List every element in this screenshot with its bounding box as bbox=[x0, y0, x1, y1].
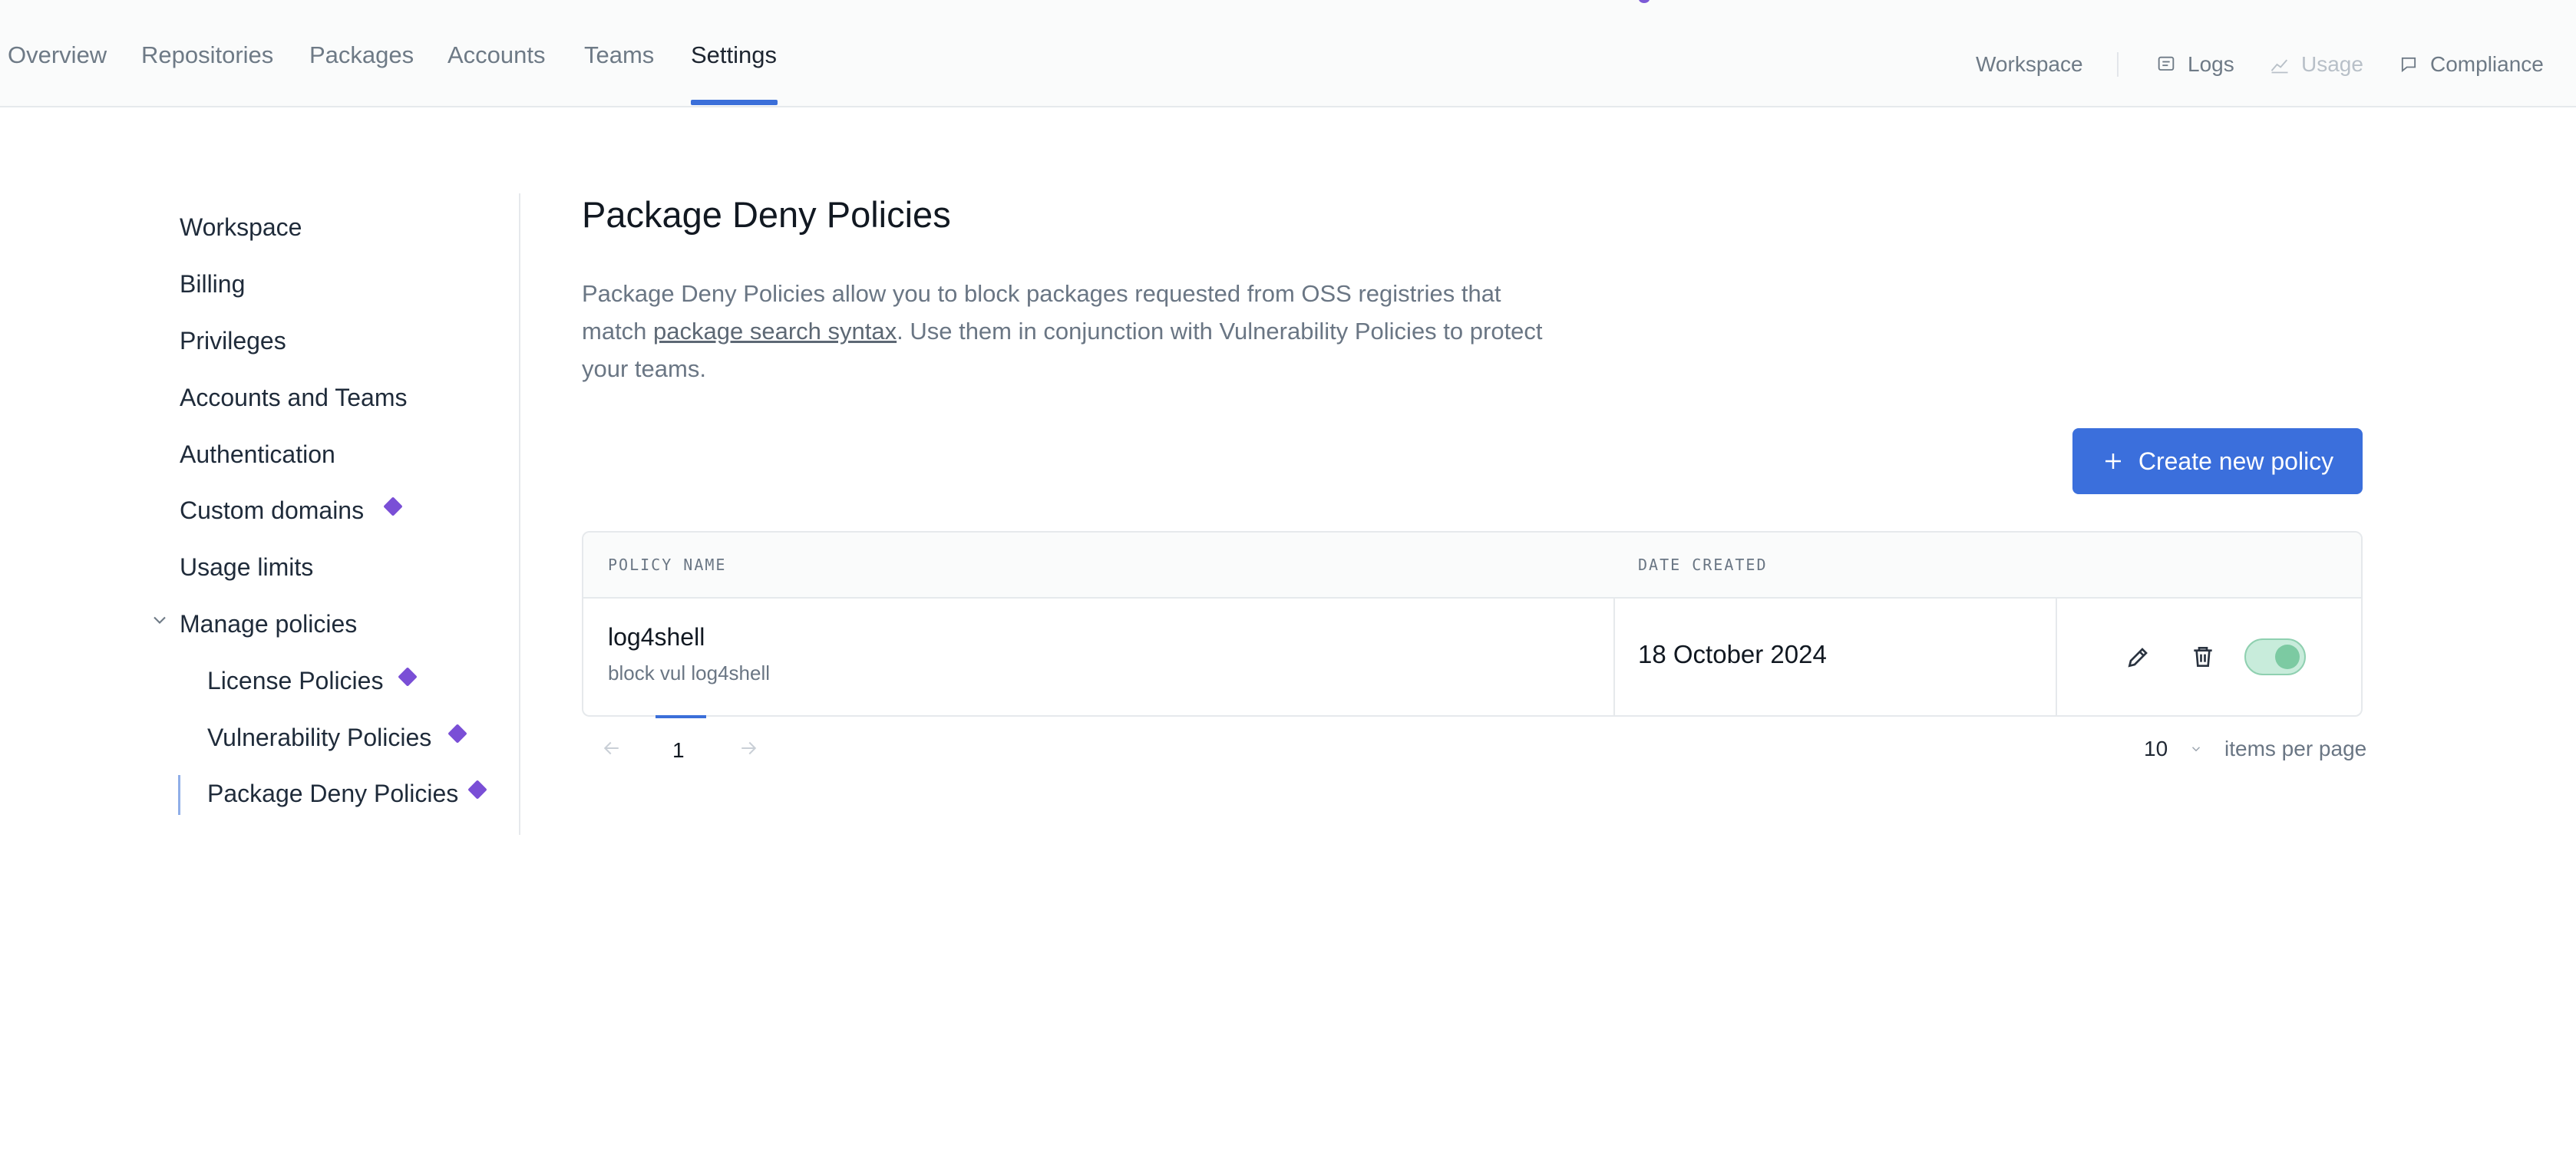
trash-icon[interactable] bbox=[2188, 642, 2218, 672]
premium-diamond-icon bbox=[467, 780, 487, 800]
sidebar-divider bbox=[519, 193, 520, 835]
sidebar-item-billing[interactable]: Billing bbox=[180, 270, 245, 299]
sidebar-item-custom-domains[interactable]: Custom domains bbox=[180, 496, 364, 525]
sidebar-item-privileges[interactable]: Privileges bbox=[180, 327, 286, 355]
sidebar-item-license-policies[interactable]: License Policies bbox=[207, 667, 383, 695]
premium-diamond-icon bbox=[383, 496, 403, 516]
policy-enabled-toggle[interactable] bbox=[2244, 638, 2306, 675]
workspace-link-label: Workspace bbox=[1976, 52, 2083, 76]
sidebar-item-workspace[interactable]: Workspace bbox=[180, 213, 302, 242]
column-divider bbox=[1613, 597, 1615, 715]
usage-link-label: Usage bbox=[2301, 52, 2363, 76]
usage-link[interactable]: Usage bbox=[2269, 52, 2363, 77]
chevron-down-icon bbox=[2192, 747, 2201, 752]
current-page-indicator bbox=[656, 715, 706, 718]
active-tab-indicator bbox=[691, 100, 778, 105]
sidebar-item-package-deny-policies[interactable]: Package Deny Policies bbox=[207, 780, 458, 808]
compliance-link[interactable]: Compliance bbox=[2398, 52, 2544, 77]
policies-table: POLICY NAME DATE CREATED log4shell block… bbox=[582, 531, 2363, 717]
premium-diamond-icon bbox=[398, 667, 418, 687]
column-divider bbox=[2056, 597, 2057, 715]
policy-name: log4shell bbox=[608, 623, 705, 651]
sidebar-item-usage-limits[interactable]: Usage limits bbox=[180, 553, 313, 582]
indicator-dot bbox=[1639, 0, 1650, 3]
logs-link[interactable]: Logs bbox=[2155, 52, 2234, 77]
package-search-syntax-link[interactable]: package search syntax bbox=[653, 318, 897, 345]
pencil-icon[interactable] bbox=[2123, 642, 2154, 672]
column-header-date-created: DATE CREATED bbox=[1638, 556, 1768, 574]
sidebar-item-vulnerability-policies[interactable]: Vulnerability Policies bbox=[207, 724, 431, 752]
logs-link-label: Logs bbox=[2188, 52, 2234, 76]
arrow-right-icon[interactable] bbox=[737, 737, 760, 760]
sidebar-item-authentication[interactable]: Authentication bbox=[180, 440, 335, 469]
top-navigation-bar: Overview Repositories Packages Accounts … bbox=[0, 0, 2576, 107]
create-new-policy-button[interactable]: Create new policy bbox=[2072, 428, 2363, 494]
tab-repositories[interactable]: Repositories bbox=[141, 41, 273, 69]
tab-accounts[interactable]: Accounts bbox=[447, 41, 546, 69]
items-per-page-select[interactable]: 10 bbox=[2144, 737, 2203, 761]
active-item-indicator bbox=[178, 775, 180, 815]
workspace-link[interactable]: Workspace bbox=[1976, 52, 2083, 77]
sidebar-item-manage-policies[interactable]: Manage policies bbox=[180, 610, 357, 638]
items-per-page-value: 10 bbox=[2144, 737, 2168, 760]
divider bbox=[2117, 52, 2119, 77]
premium-diamond-icon bbox=[447, 724, 467, 744]
items-per-page-label: items per page bbox=[2224, 737, 2367, 760]
create-new-policy-label: Create new policy bbox=[2138, 447, 2334, 475]
table-header: POLICY NAME DATE CREATED bbox=[583, 533, 2361, 599]
tab-settings[interactable]: Settings bbox=[691, 41, 777, 69]
page-description: Package Deny Policies allow you to block… bbox=[582, 275, 1572, 388]
column-header-policy-name: POLICY NAME bbox=[608, 556, 727, 574]
policy-description: block vul log4shell bbox=[608, 661, 771, 684]
tab-teams[interactable]: Teams bbox=[584, 41, 654, 69]
toggle-knob bbox=[2275, 645, 2300, 669]
chart-icon bbox=[2271, 59, 2288, 74]
chevron-down-icon[interactable] bbox=[149, 609, 170, 631]
plus-icon bbox=[2105, 454, 2121, 469]
arrow-left-icon[interactable] bbox=[600, 737, 623, 760]
page-number[interactable]: 1 bbox=[672, 738, 685, 763]
logs-icon bbox=[2158, 56, 2175, 71]
page-title: Package Deny Policies bbox=[582, 194, 951, 235]
sidebar-item-accounts-and-teams[interactable]: Accounts and Teams bbox=[180, 384, 407, 412]
policy-date-created: 18 October 2024 bbox=[1638, 640, 1827, 668]
tab-overview[interactable]: Overview bbox=[8, 41, 107, 69]
chat-icon bbox=[2401, 57, 2416, 73]
compliance-link-label: Compliance bbox=[2430, 52, 2544, 76]
tab-packages[interactable]: Packages bbox=[309, 41, 414, 69]
